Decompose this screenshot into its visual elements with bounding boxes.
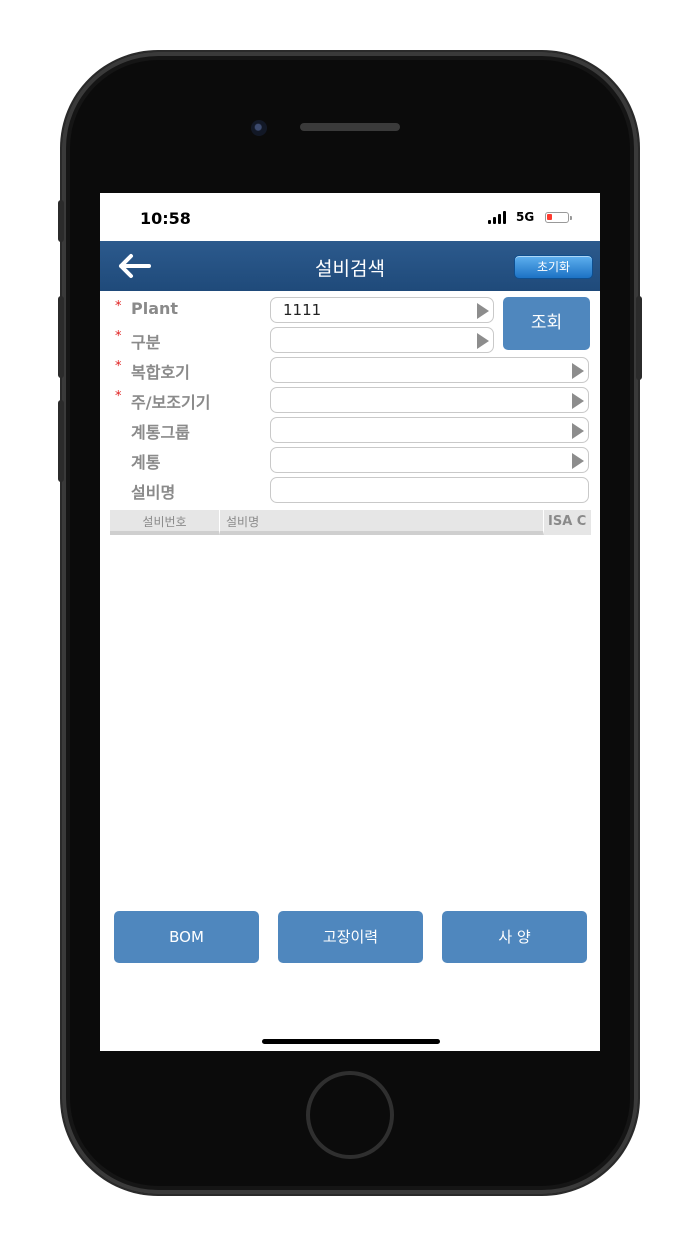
- battery-icon: [545, 212, 569, 223]
- equipment-name-input[interactable]: [270, 477, 589, 503]
- play-arrow-icon: [477, 303, 489, 319]
- equipment-class-label: 주/보조기기: [131, 393, 211, 412]
- volume-up-button: [58, 296, 64, 378]
- equipment-class-select[interactable]: [270, 387, 589, 413]
- system-group-select[interactable]: [270, 417, 589, 443]
- search-button[interactable]: 조회: [503, 297, 590, 350]
- earpiece-speaker: [300, 123, 400, 131]
- battery-tip: [570, 216, 572, 220]
- system-select[interactable]: [270, 447, 589, 473]
- system-group-row: 계통그룹: [100, 417, 600, 443]
- power-button: [636, 296, 642, 380]
- network-type: 5G: [516, 210, 535, 224]
- type-select[interactable]: [270, 327, 494, 353]
- plant-label: Plant: [131, 299, 179, 318]
- column-header-equipment-number[interactable]: 설비번호: [110, 510, 220, 535]
- equipment-class-row: * 주/보조기기: [100, 387, 600, 413]
- equipment-name-row: 설비명: [100, 477, 600, 503]
- home-indicator: [262, 1039, 440, 1044]
- play-arrow-icon: [572, 363, 584, 379]
- plant-value: 1111: [283, 301, 322, 319]
- equipment-name-label: 설비명: [131, 483, 176, 502]
- column-header-isa-code[interactable]: ISA C: [544, 510, 591, 535]
- status-time: 10:58: [140, 209, 191, 228]
- status-bar: 10:58 5G: [100, 193, 600, 241]
- unit-row: * 복합호기: [100, 357, 600, 383]
- bom-button[interactable]: BOM: [114, 911, 259, 963]
- system-label: 계통: [131, 453, 161, 472]
- required-marker: *: [115, 299, 122, 314]
- specification-button[interactable]: 사 양: [442, 911, 587, 963]
- required-marker: *: [115, 329, 122, 344]
- play-arrow-icon: [477, 333, 489, 349]
- nav-bar: 설비검색 초기화: [100, 241, 600, 291]
- required-marker: *: [115, 389, 122, 404]
- unit-select[interactable]: [270, 357, 589, 383]
- unit-label: 복합호기: [131, 363, 190, 382]
- system-row: 계통: [100, 447, 600, 473]
- results-table-header: 설비번호 설비명 ISA C: [110, 510, 591, 535]
- home-button[interactable]: [306, 1071, 394, 1159]
- app-screen: 10:58 5G 설비검색 초기화 * Plant 1111 * 구분 * 복합…: [100, 193, 600, 1051]
- failure-history-button[interactable]: 고장이력: [278, 911, 423, 963]
- column-header-equipment-name[interactable]: 설비명: [220, 510, 544, 535]
- front-camera: [251, 120, 267, 136]
- mute-switch: [58, 200, 64, 242]
- volume-down-button: [58, 400, 64, 482]
- signal-icon: [488, 211, 510, 224]
- system-group-label: 계통그룹: [131, 423, 190, 442]
- play-arrow-icon: [572, 453, 584, 469]
- play-arrow-icon: [572, 393, 584, 409]
- reset-button[interactable]: 초기화: [514, 255, 593, 279]
- required-marker: *: [115, 359, 122, 374]
- type-label: 구분: [131, 333, 161, 352]
- play-arrow-icon: [572, 423, 584, 439]
- plant-select[interactable]: 1111: [270, 297, 494, 323]
